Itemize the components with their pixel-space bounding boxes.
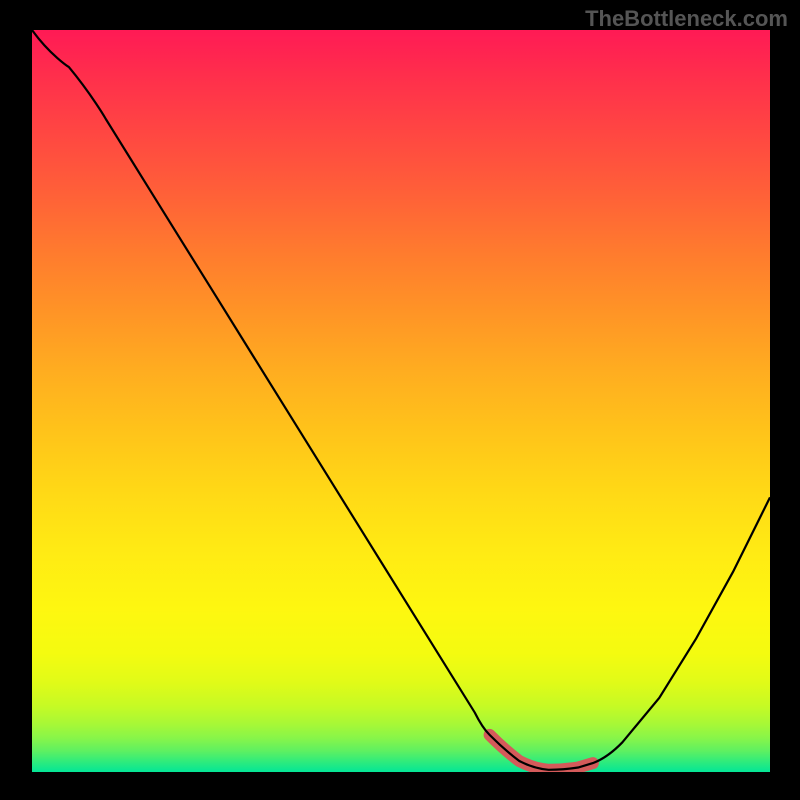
chart-svg (32, 30, 770, 772)
bottleneck-curve-path (32, 30, 770, 770)
watermark-label: TheBottleneck.com (585, 6, 788, 32)
optimal-range-highlight (490, 735, 593, 770)
plot-area (32, 30, 770, 772)
chart-frame: TheBottleneck.com (0, 0, 800, 800)
